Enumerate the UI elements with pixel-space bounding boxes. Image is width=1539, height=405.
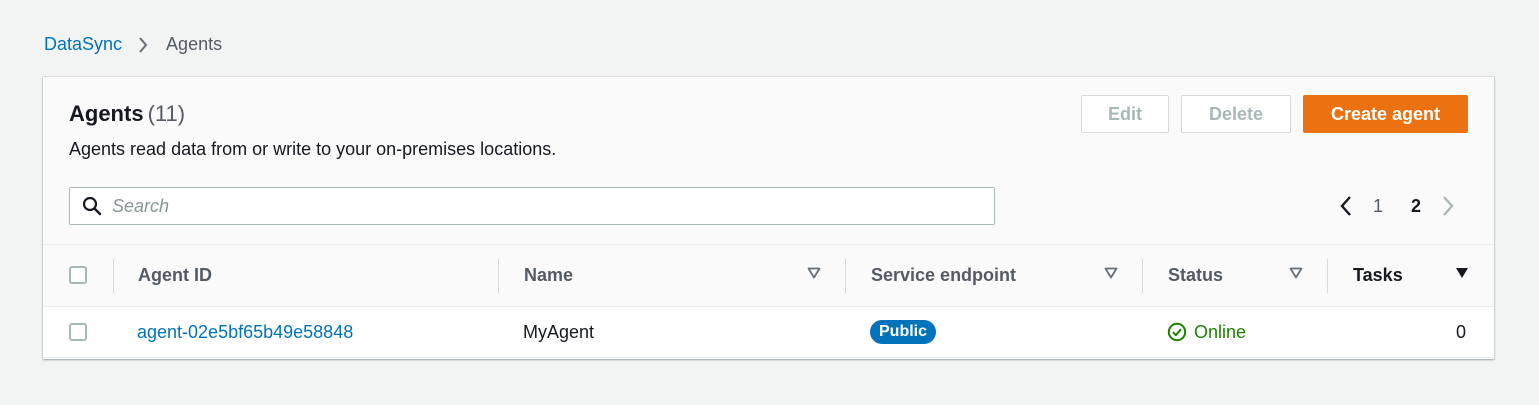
column-divider <box>113 259 114 293</box>
delete-button[interactable]: Delete <box>1181 95 1291 133</box>
chevron-right-icon <box>138 36 148 54</box>
column-header-service-endpoint[interactable]: Service endpoint <box>871 245 1016 306</box>
page-2-button[interactable]: 2 <box>1397 196 1435 217</box>
tasks-cell: 0 <box>1456 321 1467 342</box>
sort-active-icon[interactable] <box>1455 267 1469 279</box>
service-endpoint-badge: Public <box>870 320 937 344</box>
breadcrumb-link-datasync[interactable]: DataSync <box>44 34 122 55</box>
column-header-name[interactable]: Name <box>524 245 573 306</box>
service-endpoint-cell: Public <box>870 307 937 357</box>
agent-id-link[interactable]: agent-02e5bf65b49e58848 <box>137 322 353 343</box>
column-header-agent-id[interactable]: Agent ID <box>138 245 212 306</box>
chevron-left-icon[interactable] <box>1333 195 1359 217</box>
panel-title: Agents (11) <box>69 101 185 127</box>
panel-description: Agents read data from or write to your o… <box>69 139 557 159</box>
check-circle-icon <box>1167 322 1187 342</box>
agents-panel: Agents (11) Agents read data from or writ… <box>43 77 1494 359</box>
page-1-button[interactable]: 1 <box>1359 196 1397 217</box>
agent-count: (11) <box>147 101 186 126</box>
sort-icon[interactable] <box>807 267 821 279</box>
search-icon <box>82 196 102 216</box>
panel-title-text: Agents <box>69 101 144 126</box>
table-row: agent-02e5bf65b49e58848 MyAgent Public O… <box>43 307 1494 358</box>
status-text: Online <box>1194 321 1247 342</box>
column-header-tasks[interactable]: Tasks <box>1353 245 1403 306</box>
sort-icon[interactable] <box>1104 267 1118 279</box>
select-all-checkbox[interactable] <box>69 266 87 284</box>
breadcrumb: DataSync Agents <box>44 34 222 55</box>
chevron-right-icon[interactable] <box>1435 195 1461 217</box>
row-checkbox[interactable] <box>69 323 87 341</box>
agent-id-cell: agent-02e5bf65b49e58848 <box>137 307 353 357</box>
column-divider <box>1327 259 1328 293</box>
search-input[interactable] <box>112 195 962 217</box>
sort-icon[interactable] <box>1289 267 1303 279</box>
agent-name-cell: MyAgent <box>523 321 595 342</box>
column-divider <box>845 259 846 293</box>
breadcrumb-current: Agents <box>166 34 223 54</box>
table-header: Agent ID Name Service endpoint Status Ta… <box>43 244 1494 307</box>
status-indicator: Online <box>1167 322 1246 343</box>
create-agent-button[interactable]: Create agent <box>1303 95 1468 133</box>
search-box[interactable] <box>69 187 995 225</box>
column-header-status[interactable]: Status <box>1168 245 1223 306</box>
column-divider <box>1142 259 1143 293</box>
column-divider <box>498 259 499 293</box>
edit-button[interactable]: Edit <box>1081 95 1169 133</box>
pagination: 1 2 <box>1333 191 1461 221</box>
status-cell: Online <box>1167 307 1246 357</box>
